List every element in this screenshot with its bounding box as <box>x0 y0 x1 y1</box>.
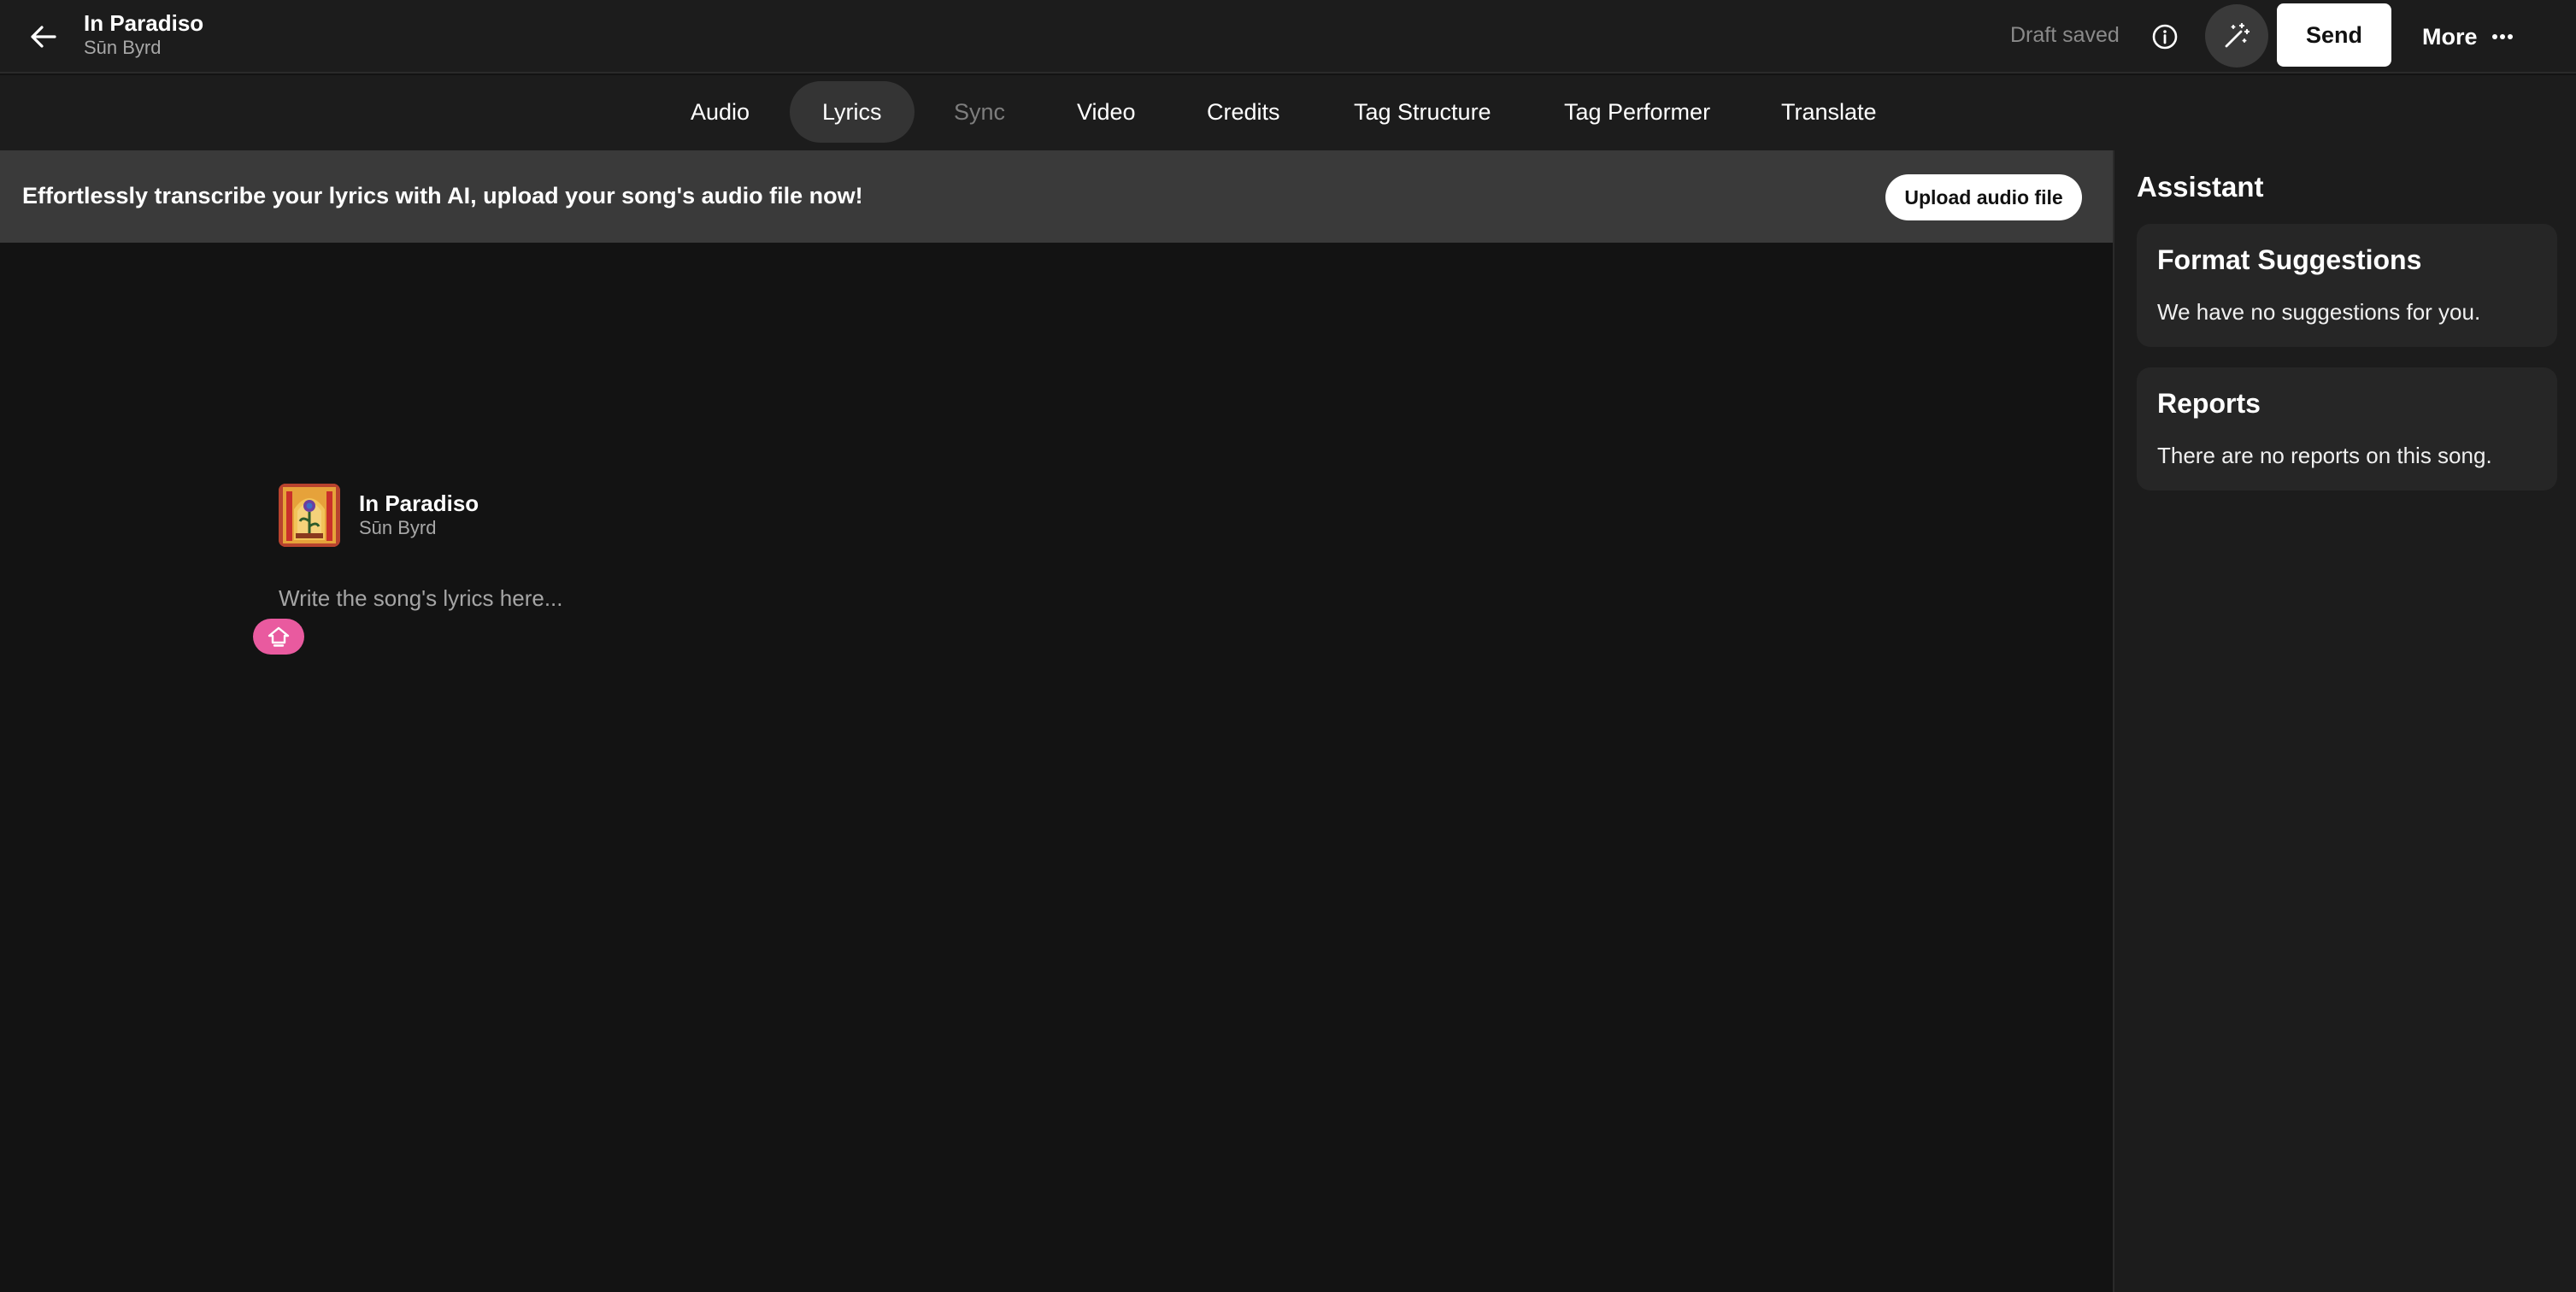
card-song-title: In Paradiso <box>359 490 479 516</box>
arrow-left-icon <box>31 26 56 48</box>
format-suggestions-body: We have no suggestions for you. <box>2157 299 2481 325</box>
reports-body: There are no reports on this song. <box>2157 443 2492 468</box>
song-meta: In Paradiso Sūn Byrd <box>84 10 203 60</box>
ai-action-button[interactable] <box>253 619 304 655</box>
song-artist: Sūn Byrd <box>84 37 162 58</box>
album-art-icon <box>279 484 340 547</box>
upload-audio-button[interactable]: Upload audio file <box>1885 174 2082 220</box>
lyrics-input[interactable] <box>279 581 1304 615</box>
song-header-card: In Paradiso Sūn Byrd <box>279 484 479 547</box>
tab-bar: Audio Lyrics Sync Video Credits Tag Stru… <box>0 75 2576 150</box>
reports-card: Reports There are no reports on this son… <box>2137 367 2557 490</box>
tab-audio[interactable]: Audio <box>658 81 782 143</box>
album-cover <box>279 484 340 547</box>
send-button[interactable]: Send <box>2277 3 2391 67</box>
home-up-icon <box>268 626 290 647</box>
banner-text: Effortlessly transcribe your lyrics with… <box>22 183 863 208</box>
back-button[interactable] <box>24 17 63 56</box>
tab-tag-structure[interactable]: Tag Structure <box>1321 81 1524 143</box>
info-icon <box>2152 24 2178 50</box>
card-meta: In Paradiso Sūn Byrd <box>359 490 479 540</box>
info-button[interactable] <box>2145 17 2185 56</box>
song-title: In Paradiso <box>84 10 204 36</box>
reports-heading: Reports <box>2157 388 2261 419</box>
tab-translate[interactable]: Translate <box>1749 81 1909 143</box>
format-suggestions-heading: Format Suggestions <box>2157 244 2422 275</box>
tab-tag-performer[interactable]: Tag Performer <box>1532 81 1743 143</box>
draft-status: Draft saved <box>2010 23 2120 47</box>
more-button[interactable]: More <box>2422 17 2514 56</box>
ellipsis-icon <box>2491 34 2513 39</box>
tab-video[interactable]: Video <box>1044 81 1168 143</box>
magic-wand-icon <box>2225 22 2250 48</box>
format-suggestions-card: Format Suggestions We have no suggestion… <box>2137 224 2557 347</box>
assistant-panel: Assistant Format Suggestions We have no … <box>2113 150 2576 1292</box>
tab-sync[interactable]: Sync <box>921 81 1038 143</box>
card-artist: Sūn Byrd <box>359 517 437 538</box>
tab-credits[interactable]: Credits <box>1174 81 1313 143</box>
magic-assist-button[interactable] <box>2205 4 2268 68</box>
top-bar: In Paradiso Sūn Byrd Draft saved Send Mo… <box>0 0 2576 73</box>
tab-lyrics[interactable]: Lyrics <box>790 81 915 143</box>
ai-transcribe-banner: Effortlessly transcribe your lyrics with… <box>0 150 2113 243</box>
assistant-title: Assistant <box>2137 171 2264 203</box>
more-label: More <box>2422 23 2478 50</box>
lyrics-editor-area: Effortlessly transcribe your lyrics with… <box>0 150 2113 1292</box>
